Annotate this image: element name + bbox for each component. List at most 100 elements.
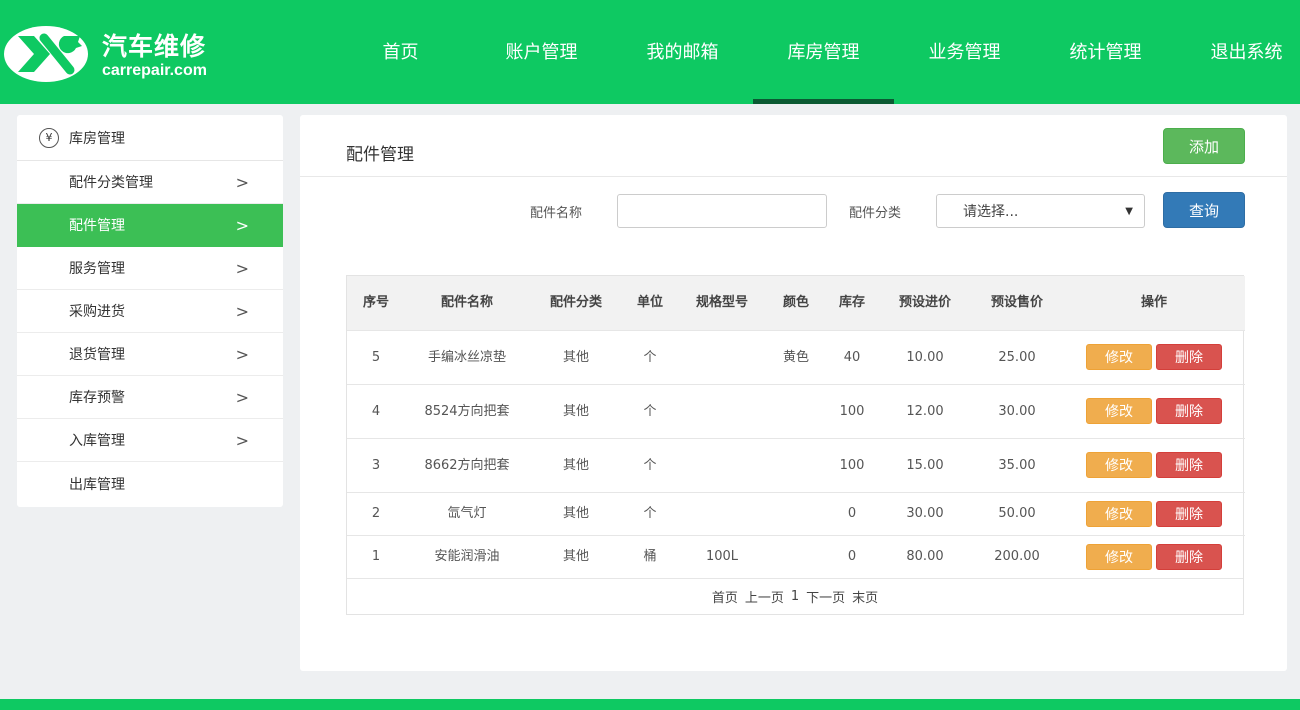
cell-spec [677,437,767,492]
cell-spec [677,491,767,535]
cell-sell: 200.00 [971,534,1063,578]
cell-color [767,383,825,438]
sidebar: ¥ 库房管理 配件分类管理 > 配件管理 > 服务管理 > 采购进货 > 退货管理 > 库存预警 > 入… [17,115,283,507]
cell-id: 1 [347,534,405,578]
cell-stock: 100 [825,437,879,492]
nav-item-4[interactable]: 业务管理 [894,0,1035,104]
sidebar-item-2[interactable]: 服务管理 > [17,247,283,290]
chevron-right-icon: > [235,344,249,364]
parts-table: 序号 配件名称 配件分类 单位 规格型号 颜色 库存 预设进价 预设售价 操作 5 手编冰丝凉垫 其他… [346,275,1245,615]
edit-button[interactable]: 修改 [1086,543,1152,570]
edit-button[interactable]: 修改 [1086,344,1152,370]
cell-stock: 100 [825,383,879,438]
brand-logo[interactable]: 汽车维修 carrepair.com [4,24,244,84]
edit-button[interactable]: 修改 [1086,398,1152,424]
add-button[interactable]: 添加 [1163,128,1245,164]
column-header: 序号 [347,276,405,330]
sidebar-header[interactable]: ¥ 库房管理 [17,115,283,161]
cell-spec: 100L [677,534,767,578]
chevron-right-icon: > [235,215,249,235]
chevron-right-icon: > [235,301,249,321]
column-header: 预设售价 [971,276,1063,330]
main-panel: 配件管理 添加 配件名称 配件分类 请选择... ▼ 查询 序号 配件名称 配件分类… [300,115,1287,671]
cell-sell: 50.00 [971,491,1063,535]
part-category-label: 配件分类 [849,206,902,221]
sidebar-item-label: 配件分类管理 [69,175,153,191]
cell-sell: 25.00 [971,329,1063,384]
table-header-row: 序号 配件名称 配件分类 单位 规格型号 颜色 库存 预设进价 预设售价 操作 [347,276,1245,330]
cell-sell: 35.00 [971,437,1063,492]
cell-buy: 12.00 [879,383,971,438]
edit-button[interactable]: 修改 [1086,452,1152,478]
sidebar-item-1[interactable]: 配件管理 > [17,204,283,247]
part-name-input[interactable] [617,194,827,228]
pager-current: 1 [790,589,800,604]
pager-first[interactable]: 首页 [712,587,738,606]
sidebar-item-label: 配件管理 [69,218,125,234]
cell-unit: 个 [623,437,677,492]
sidebar-item-label: 服务管理 [69,261,125,277]
cell-unit: 桶 [623,534,677,578]
pager-next[interactable]: 下一页 [806,587,845,606]
cell-stock: 40 [825,329,879,384]
caret-down-icon: ▼ [1125,206,1133,217]
cell-id: 3 [347,437,405,492]
sidebar-item-6[interactable]: 入库管理 > [17,419,283,462]
cell-category: 其他 [529,329,623,384]
nav-item-5[interactable]: 统计管理 [1035,0,1176,104]
cell-color [767,491,825,535]
chevron-right-icon: > [235,430,249,450]
cell-name: 8662方向把套 [405,437,529,492]
delete-button[interactable]: 删除 [1156,344,1222,370]
page-title: 配件管理 [346,145,414,165]
column-header: 规格型号 [677,276,767,330]
cell-buy: 80.00 [879,534,971,578]
nav-item-6[interactable]: 退出系统 [1176,0,1300,104]
cell-spec [677,383,767,438]
nav-item-2[interactable]: 我的邮箱 [612,0,753,104]
cell-buy: 30.00 [879,491,971,535]
delete-button[interactable]: 删除 [1156,500,1222,527]
nav-item-0[interactable]: 首页 [330,0,471,104]
sidebar-item-7[interactable]: 出库管理 [17,462,283,505]
brand-subtitle: carrepair.com [102,62,207,79]
cell-category: 其他 [529,383,623,438]
table-row: 1 安能润滑油 其他桶 100L 0 80.00 200.00 修改 删除 [347,534,1245,578]
delete-button[interactable]: 删除 [1156,398,1222,424]
sidebar-header-label: 库房管理 [69,130,125,147]
search-form: 配件名称 配件分类 请选择... ▼ 查询 [300,192,1287,228]
column-header: 单位 [623,276,677,330]
pager-prev[interactable]: 上一页 [745,587,784,606]
table-row: 5 手编冰丝凉垫 其他个黄色 40 10.00 25.00 修改 删除 [347,329,1245,384]
table-row: 3 8662方向把套 其他个 100 15.00 35.00 修改 删除 [347,437,1245,492]
sidebar-item-4[interactable]: 退货管理 > [17,333,283,376]
chevron-right-icon: > [235,387,249,407]
cell-color [767,534,825,578]
table-row: 4 8524方向把套 其他个 100 12.00 30.00 修改 删除 [347,383,1245,438]
part-category-select[interactable]: 请选择... ▼ [936,194,1145,228]
cell-color: 黄色 [767,329,825,384]
chevron-right-icon: > [235,258,249,278]
panel-header: 配件管理 添加 [300,115,1287,177]
query-button[interactable]: 查询 [1163,192,1245,228]
cell-actions: 修改 删除 [1063,329,1245,384]
delete-button[interactable]: 删除 [1156,543,1222,570]
cell-id: 5 [347,329,405,384]
cell-spec [677,329,767,384]
pager-last[interactable]: 末页 [852,587,878,606]
nav-item-1[interactable]: 账户管理 [471,0,612,104]
column-header: 颜色 [767,276,825,330]
main-nav: 首页 账户管理 我的邮箱 库房管理 业务管理 统计管理 退出系统 [330,0,1300,104]
sidebar-item-label: 退货管理 [69,347,125,363]
sidebar-item-label: 入库管理 [69,433,125,449]
cell-buy: 15.00 [879,437,971,492]
sidebar-item-5[interactable]: 库存预警 > [17,376,283,419]
delete-button[interactable]: 删除 [1156,452,1222,478]
sidebar-item-0[interactable]: 配件分类管理 > [17,161,283,204]
cell-actions: 修改 删除 [1063,437,1245,492]
cell-id: 4 [347,383,405,438]
nav-item-3[interactable]: 库房管理 [753,0,894,104]
sidebar-item-3[interactable]: 采购进货 > [17,290,283,333]
cell-actions: 修改 删除 [1063,534,1245,578]
edit-button[interactable]: 修改 [1086,500,1152,527]
